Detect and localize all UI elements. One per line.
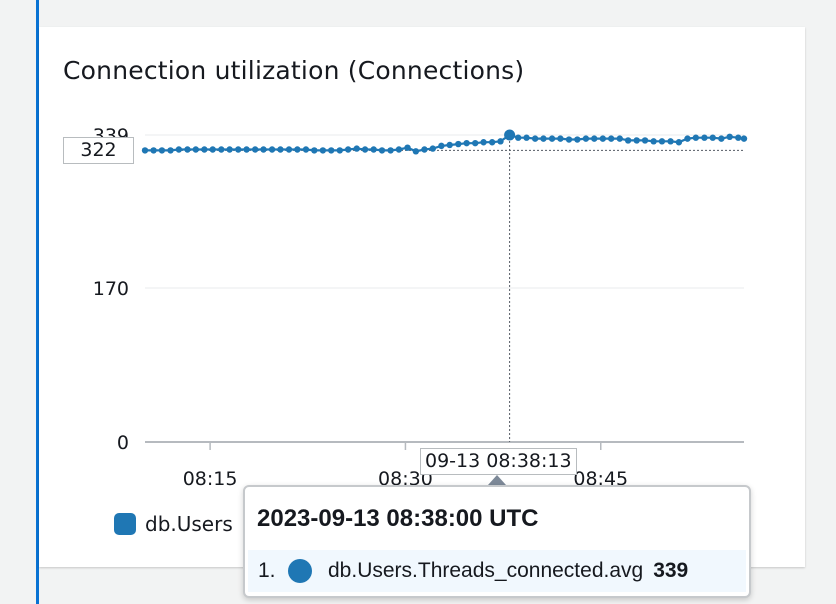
data-point[interactable]: [158, 147, 166, 154]
legend-item[interactable]: db.Users: [114, 512, 233, 536]
chart-grid: [145, 134, 744, 443]
data-point[interactable]: [641, 137, 649, 144]
data-point[interactable]: [480, 139, 487, 146]
y-hover-value-label: 322: [63, 137, 134, 164]
data-point[interactable]: [565, 136, 573, 143]
data-point[interactable]: [515, 134, 522, 141]
data-point[interactable]: [404, 144, 411, 151]
data-point[interactable]: [184, 146, 191, 153]
data-point[interactable]: [353, 145, 360, 152]
data-point[interactable]: [311, 147, 318, 154]
data-point[interactable]: [226, 146, 233, 153]
data-point[interactable]: [285, 146, 293, 153]
tooltip-timestamp: 2023-09-13 08:38:00 UTC: [257, 505, 539, 532]
data-point[interactable]: [268, 146, 276, 153]
x-tick-label-0: 08:15: [183, 468, 238, 490]
series-dot-icon: [288, 559, 312, 583]
data-point[interactable]: [548, 135, 556, 142]
data-point[interactable]: [378, 147, 386, 154]
data-point[interactable]: [607, 135, 615, 142]
tooltip-series-value: 339: [653, 559, 689, 582]
data-point[interactable]: [421, 146, 428, 153]
data-point[interactable]: [497, 138, 504, 145]
data-point[interactable]: [709, 134, 716, 141]
y-axis-ticks: 0170339: [93, 125, 129, 454]
hover-tooltip: 2023-09-13 08:38:00 UTC 1. db.Users.Thre…: [243, 485, 751, 598]
data-point[interactable]: [387, 147, 394, 154]
legend-label: db.Users: [145, 512, 233, 536]
data-point[interactable]: [141, 147, 149, 154]
highlight-point[interactable]: [504, 129, 516, 141]
data-point[interactable]: [344, 146, 352, 153]
data-point[interactable]: [599, 135, 607, 142]
data-point[interactable]: [574, 136, 581, 143]
data-point[interactable]: [167, 147, 174, 154]
data-point[interactable]: [446, 141, 453, 149]
data-point[interactable]: [260, 146, 267, 153]
data-point[interactable]: [472, 139, 479, 147]
tooltip-caret-icon: [488, 475, 506, 485]
data-point[interactable]: [209, 146, 216, 153]
data-point[interactable]: [684, 135, 691, 142]
data-point[interactable]: [701, 134, 708, 141]
data-point[interactable]: [726, 133, 733, 141]
legend-swatch-icon: [114, 513, 136, 535]
data-point[interactable]: [319, 147, 327, 154]
data-point[interactable]: [429, 145, 436, 152]
data-point[interactable]: [624, 137, 632, 144]
data-point[interactable]: [302, 146, 310, 153]
data-point[interactable]: [192, 146, 199, 153]
data-point[interactable]: [488, 139, 496, 146]
data-point[interactable]: [150, 147, 157, 154]
data-point[interactable]: [463, 139, 470, 147]
x-hover-time-label: 09-13 08:38:13: [420, 448, 577, 475]
data-point[interactable]: [361, 146, 369, 153]
tooltip-row-index: 1.: [258, 559, 276, 582]
series-layer[interactable]: [141, 129, 748, 155]
data-point[interactable]: [740, 135, 748, 142]
data-point[interactable]: [370, 146, 377, 153]
data-point[interactable]: [616, 135, 623, 142]
data-point[interactable]: [251, 146, 259, 153]
data-point[interactable]: [294, 146, 301, 153]
data-point[interactable]: [277, 146, 284, 153]
data-point[interactable]: [201, 146, 208, 153]
y-tick-label-0: 0: [117, 432, 129, 454]
data-point[interactable]: [523, 134, 530, 141]
y-tick-label-1: 170: [93, 278, 129, 300]
data-point[interactable]: [735, 134, 742, 141]
data-point[interactable]: [438, 142, 445, 150]
data-point[interactable]: [218, 146, 225, 153]
data-point[interactable]: [582, 135, 590, 142]
data-point[interactable]: [336, 147, 344, 154]
data-point[interactable]: [650, 138, 657, 145]
data-point[interactable]: [328, 147, 335, 154]
data-point[interactable]: [658, 138, 666, 145]
data-point[interactable]: [243, 146, 250, 153]
data-point[interactable]: [718, 135, 725, 142]
tooltip-series-name: db.Users.Threads_connected.avg: [328, 559, 644, 582]
data-point[interactable]: [412, 148, 420, 155]
data-point[interactable]: [455, 140, 462, 148]
data-point[interactable]: [667, 138, 674, 145]
data-point[interactable]: [235, 146, 242, 153]
data-point[interactable]: [531, 135, 539, 142]
data-point[interactable]: [557, 135, 564, 142]
data-point[interactable]: [692, 134, 700, 141]
tooltip-series-row: 1. db.Users.Threads_connected.avg 339: [248, 550, 746, 592]
crosshair: [145, 137, 744, 442]
data-point[interactable]: [675, 139, 683, 146]
data-point[interactable]: [540, 135, 547, 142]
data-point[interactable]: [591, 135, 598, 142]
data-point[interactable]: [395, 146, 403, 153]
data-point[interactable]: [175, 146, 183, 153]
data-point[interactable]: [633, 137, 640, 144]
